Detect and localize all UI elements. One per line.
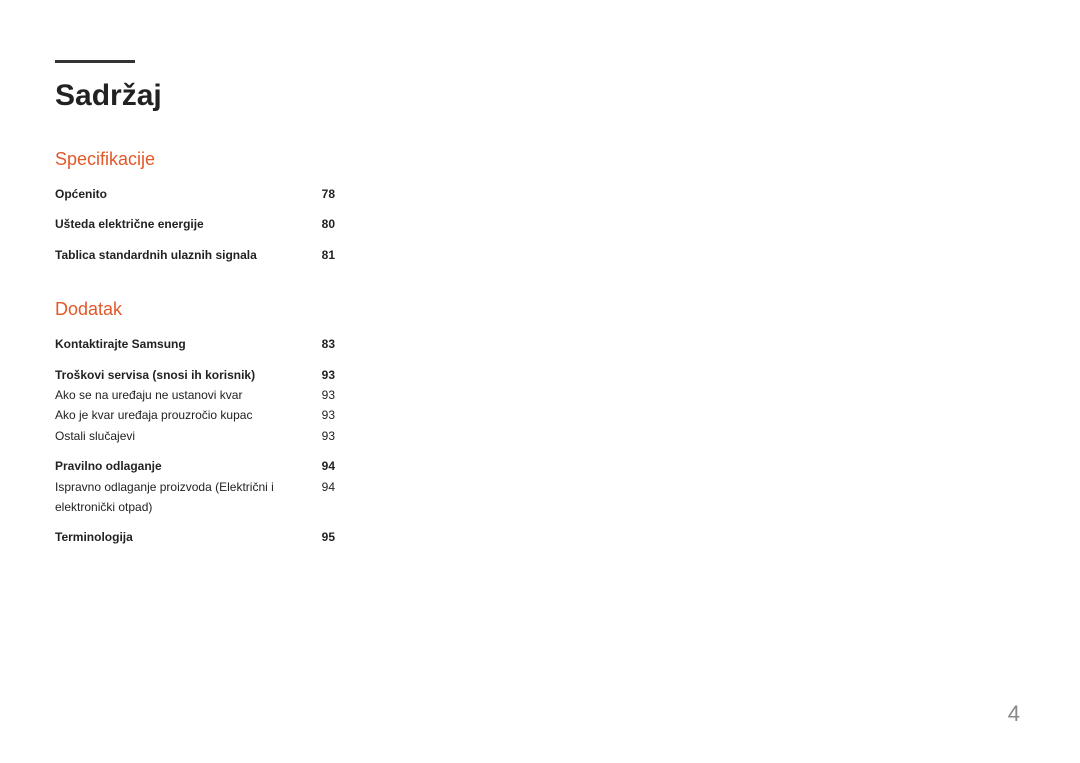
toc-sections: SpecifikacijeOpćenito78Ušteda električne…	[55, 149, 1025, 548]
toc-label: Općenito	[55, 184, 315, 204]
toc-label: Ušteda električne energije	[55, 214, 315, 234]
toc-label: Troškovi servisa (snosi ih korisnik)	[55, 365, 315, 385]
toc-page: 93	[315, 405, 335, 425]
section-heading: Dodatak	[55, 299, 1025, 320]
toc-gap	[55, 517, 335, 527]
toc-row: Općenito78	[55, 184, 335, 204]
toc-row: Pravilno odlaganje94	[55, 456, 335, 476]
toc-label: Pravilno odlaganje	[55, 456, 315, 476]
toc-row: Ispravno odlaganje proizvoda (Električni…	[55, 477, 335, 518]
page-number: 4	[1008, 701, 1020, 727]
toc-row: Ušteda električne energije80	[55, 214, 335, 234]
toc-row: Troškovi servisa (snosi ih korisnik)93	[55, 365, 335, 385]
toc-row: Terminologija95	[55, 527, 335, 547]
toc-block: Općenito78Ušteda električne energije80Ta…	[55, 184, 335, 265]
toc-label: Terminologija	[55, 527, 315, 547]
toc-row: Ostali slučajevi93	[55, 426, 335, 446]
toc-label: Kontaktirajte Samsung	[55, 334, 315, 354]
toc-page: 93	[315, 426, 335, 446]
toc-row: Ako je kvar uređaja prouzročio kupac93	[55, 405, 335, 425]
toc-gap	[55, 355, 335, 365]
toc-page: 93	[315, 385, 335, 405]
toc-label: Ostali slučajevi	[55, 426, 315, 446]
toc-label: Ispravno odlaganje proizvoda (Električni…	[55, 477, 315, 518]
title-rule	[55, 60, 135, 63]
toc-row: Tablica standardnih ulaznih signala81	[55, 245, 335, 265]
toc-label: Tablica standardnih ulaznih signala	[55, 245, 315, 265]
toc-block: Kontaktirajte Samsung83Troškovi servisa …	[55, 334, 335, 548]
toc-row: Ako se na uređaju ne ustanovi kvar93	[55, 385, 335, 405]
toc-page: 95	[315, 527, 335, 547]
toc-page: 78	[315, 184, 335, 204]
page-title: Sadržaj	[55, 79, 1025, 113]
toc-page: 93	[315, 365, 335, 385]
toc-label: Ako se na uređaju ne ustanovi kvar	[55, 385, 315, 405]
toc-gap	[55, 204, 335, 214]
section-heading: Specifikacije	[55, 149, 1025, 170]
toc-page: 94	[315, 456, 335, 476]
toc-row: Kontaktirajte Samsung83	[55, 334, 335, 354]
toc-page: 83	[315, 334, 335, 354]
toc-gap	[55, 446, 335, 456]
toc-page: 80	[315, 214, 335, 234]
toc-gap	[55, 235, 335, 245]
toc-page: 81	[315, 245, 335, 265]
toc-label: Ako je kvar uređaja prouzročio kupac	[55, 405, 315, 425]
toc-page: 94	[315, 477, 335, 518]
